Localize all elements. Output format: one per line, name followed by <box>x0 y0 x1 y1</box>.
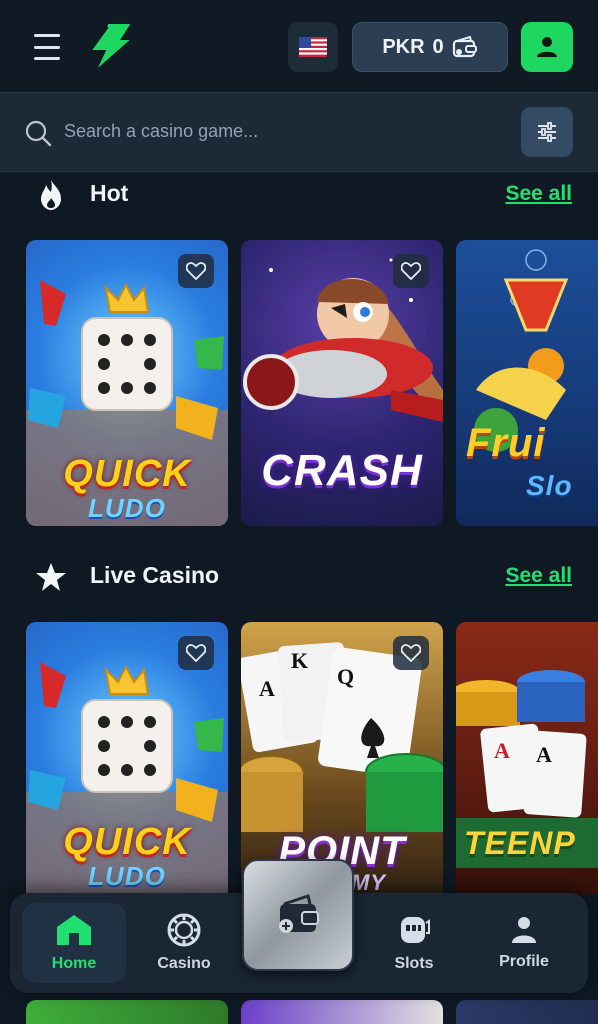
language-flag-button[interactable] <box>288 22 338 72</box>
svg-text:A: A <box>494 738 510 763</box>
game-title-line1: CRASH <box>261 446 423 495</box>
game-title-line1: TEENP <box>464 825 576 861</box>
svg-text:A: A <box>536 742 552 767</box>
balance-amount: 0 <box>432 35 444 58</box>
game-title-line2: LUDO <box>88 493 166 523</box>
section-title: Hot <box>90 180 129 206</box>
see-all-link[interactable]: See all <box>505 182 572 206</box>
currency-label: PKR <box>382 35 425 58</box>
profile-button[interactable] <box>521 22 573 72</box>
heart-icon <box>186 262 206 280</box>
hamburger-menu-icon[interactable] <box>34 34 64 60</box>
nav-label: Casino <box>157 955 211 972</box>
section-header-hot: Hot See all <box>0 174 598 214</box>
wallet-icon <box>452 36 477 58</box>
filter-button[interactable] <box>521 107 573 157</box>
game-card[interactable]: Frui Slo <box>456 240 598 526</box>
star-icon <box>36 563 66 591</box>
nav-slots[interactable]: Slots <box>364 903 464 983</box>
favorite-heart-button[interactable] <box>178 254 214 288</box>
game-row-next-peek <box>26 1000 598 1024</box>
svg-text:Q: Q <box>337 664 354 689</box>
game-title-line2: LUDO <box>88 861 166 891</box>
search-bar: Search a casino game... <box>0 92 598 172</box>
nav-label: Slots <box>394 955 434 972</box>
wallet-plus-icon <box>279 894 319 933</box>
game-title-line1: QUICK <box>63 821 191 863</box>
flame-icon <box>41 180 61 210</box>
heart-icon <box>186 644 206 662</box>
game-title-line1: Frui <box>466 421 546 465</box>
heart-icon <box>401 644 421 662</box>
search-icon <box>25 120 52 147</box>
svg-text:A: A <box>259 676 275 701</box>
section-header-live-casino: Live Casino See all <box>0 556 598 596</box>
balance-wallet-button[interactable]: PKR 0 <box>352 22 508 72</box>
game-row-live-casino: QUICK LUDO A K Q POINT RUMMY <box>26 622 598 894</box>
favorite-heart-button[interactable] <box>393 636 429 670</box>
favorite-heart-button[interactable] <box>178 636 214 670</box>
see-all-link[interactable]: See all <box>505 564 572 588</box>
svg-text:K: K <box>291 648 308 673</box>
game-card-peek[interactable] <box>456 1000 598 1024</box>
sliders-icon <box>538 122 556 142</box>
game-card-peek[interactable] <box>241 1000 443 1024</box>
game-card[interactable]: QUICK LUDO <box>26 240 228 526</box>
game-card[interactable]: A K Q POINT RUMMY <box>241 622 443 894</box>
user-icon <box>537 37 557 57</box>
brand-logo-icon[interactable] <box>86 24 134 70</box>
nav-profile[interactable]: Profile <box>474 903 574 983</box>
chip-icon <box>167 913 201 947</box>
search-input[interactable]: Search a casino game... <box>64 121 258 142</box>
game-row-hot: QUICK LUDO CRASH Frui Slo <box>26 240 598 526</box>
game-card-peek[interactable] <box>26 1000 228 1024</box>
game-title-line1: QUICK <box>63 453 191 495</box>
nav-label: Profile <box>499 953 549 970</box>
wallet-deposit-button[interactable] <box>242 859 354 971</box>
game-title-line2: Slo <box>526 470 573 501</box>
heart-icon <box>401 262 421 280</box>
top-header: PKR 0 <box>0 0 598 92</box>
bottom-navigation: Home Casino Slots Profile <box>10 859 588 993</box>
game-card[interactable]: A A TEENP <box>456 622 598 894</box>
home-icon <box>57 915 91 945</box>
nav-home[interactable]: Home <box>22 903 126 983</box>
favorite-heart-button[interactable] <box>393 254 429 288</box>
us-flag-icon <box>299 37 327 57</box>
nav-casino[interactable]: Casino <box>134 903 234 983</box>
section-title: Live Casino <box>90 562 220 588</box>
game-card[interactable]: QUICK LUDO <box>26 622 228 894</box>
slot-machine-icon <box>401 917 430 943</box>
nav-label: Home <box>51 955 97 972</box>
game-card[interactable]: CRASH <box>241 240 443 526</box>
user-icon <box>512 917 536 943</box>
